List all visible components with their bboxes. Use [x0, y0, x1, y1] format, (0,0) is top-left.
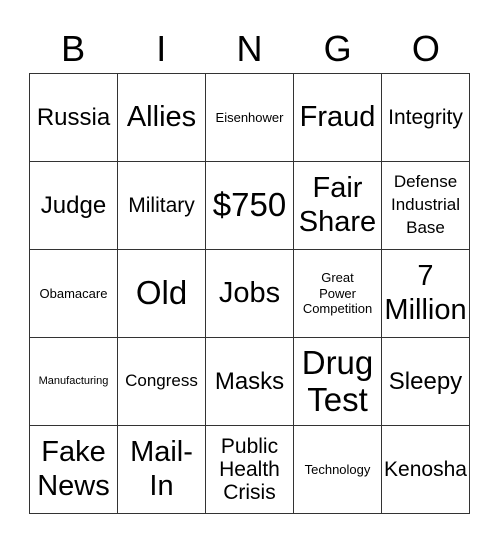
- bingo-cell[interactable]: Fraud: [294, 74, 382, 162]
- bingo-grid: Russia Allies Eisenhower Fraud Integrity…: [29, 73, 470, 514]
- header-letter-n: N: [236, 27, 263, 69]
- bingo-cell[interactable]: Manufacturing: [30, 338, 118, 426]
- bingo-cell[interactable]: $750: [206, 162, 294, 250]
- bingo-cell[interactable]: Eisenhower: [206, 74, 294, 162]
- header-letter-b: B: [61, 27, 86, 69]
- bingo-cell[interactable]: Russia: [30, 74, 118, 162]
- header-letter-i: I: [156, 27, 167, 69]
- header-letter-g: G: [323, 27, 352, 69]
- bingo-cell[interactable]: Jobs: [206, 250, 294, 338]
- bingo-cell[interactable]: Judge: [30, 162, 118, 250]
- bingo-cell[interactable]: Kenosha: [382, 426, 470, 514]
- bingo-cell[interactable]: Masks: [206, 338, 294, 426]
- bingo-cell[interactable]: Fake News: [30, 426, 118, 514]
- bingo-cell[interactable]: Fair Share: [294, 162, 382, 250]
- bingo-header: B I N G O: [29, 24, 471, 73]
- bingo-cell[interactable]: Drug Test: [294, 338, 382, 426]
- bingo-cell[interactable]: Mail- In: [118, 426, 206, 514]
- bingo-cell[interactable]: Sleepy: [382, 338, 470, 426]
- bingo-cell[interactable]: Public Health Crisis: [206, 426, 294, 514]
- header-letter-o: O: [411, 27, 440, 69]
- bingo-cell[interactable]: Great Power Competition: [294, 250, 382, 338]
- bingo-cell[interactable]: Integrity: [382, 74, 470, 162]
- bingo-cell[interactable]: Congress: [118, 338, 206, 426]
- bingo-cell[interactable]: Allies: [118, 74, 206, 162]
- bingo-cell[interactable]: Military: [118, 162, 206, 250]
- bingo-cell[interactable]: Old: [118, 250, 206, 338]
- bingo-cell[interactable]: Defense Industrial Base: [382, 162, 470, 250]
- bingo-cell[interactable]: Technology: [294, 426, 382, 514]
- bingo-cell[interactable]: Obamacare: [30, 250, 118, 338]
- bingo-cell[interactable]: 7 Million: [382, 250, 470, 338]
